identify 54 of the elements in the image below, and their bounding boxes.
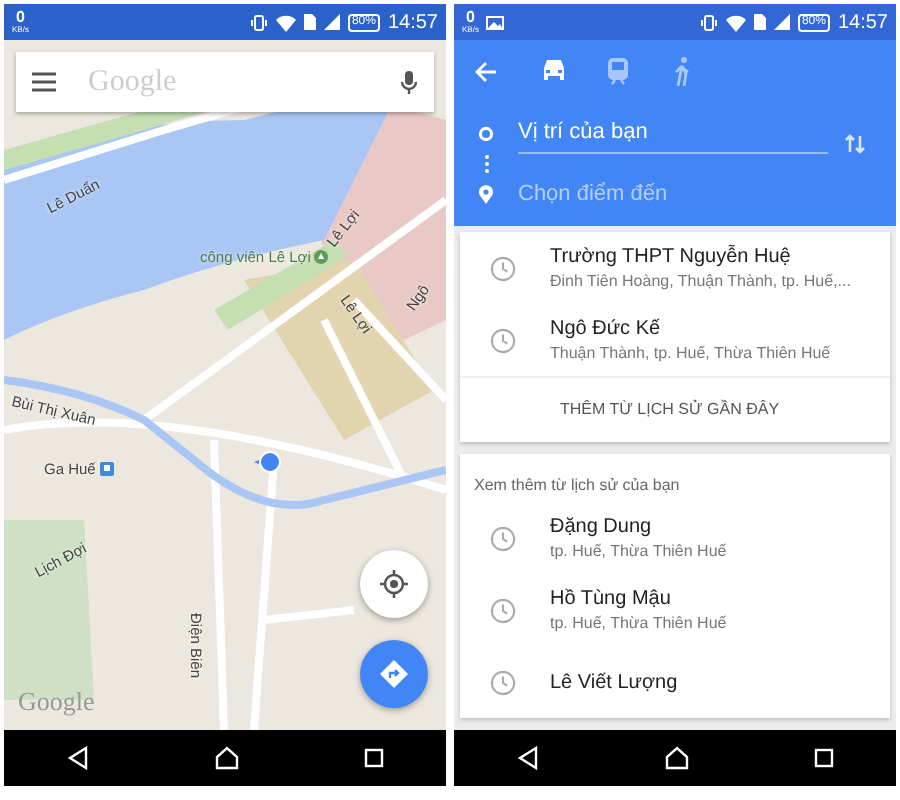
wifi-icon: [725, 13, 746, 31]
signal-icon: [773, 14, 790, 30]
turn-arrow-icon: [380, 660, 408, 688]
clock-icon: [490, 255, 516, 281]
history-item[interactable]: Đặng Dung tp. Huế, Thừa Thiên Huế: [460, 502, 890, 574]
origin-field[interactable]: Vị trí của bạn: [518, 112, 828, 154]
park-icon: [314, 250, 329, 264]
place-address: Thuận Thành, tp. Huế, Thừa Thiên Huế: [550, 344, 831, 362]
home-icon: [214, 746, 240, 770]
route-dots-icon: [483, 154, 489, 174]
clock-time: 14:57: [837, 11, 888, 33]
menu-icon[interactable]: [32, 72, 56, 92]
home-icon: [664, 746, 690, 770]
history-item[interactable]: Lê Viết Lượng: [460, 646, 890, 718]
back-arrow-icon: [474, 60, 498, 84]
destination-field[interactable]: Chọn điểm đến: [518, 174, 828, 214]
clock-time: 14:57: [387, 11, 438, 33]
sim-icon: [753, 14, 766, 30]
network-speed: 0: [466, 10, 475, 26]
origin-circle-icon: [478, 125, 494, 141]
place-address: tp. Huế, Thừa Thiên Huế: [550, 614, 727, 632]
destination-pin-icon: [478, 184, 494, 204]
place-name: Ngô Đức Kế: [550, 318, 663, 340]
sim-icon: [303, 14, 316, 30]
clock-icon: [490, 597, 516, 623]
vibrate-icon: [699, 13, 718, 31]
place-name: Hồ Tùng Mậu: [550, 588, 673, 610]
map-logo: Google: [18, 686, 95, 718]
more-history-link[interactable]: THÊM TỪ LỊCH SỬ GẦN ĐÂY: [460, 376, 890, 442]
vibrate-icon: [249, 13, 268, 31]
clock-icon: [490, 327, 516, 353]
back-triangle-icon: [66, 746, 90, 770]
history-item[interactable]: Hồ Tùng Mậu tp. Huế, Thừa Thiên Huế: [460, 574, 890, 646]
history-item[interactable]: Trường THPT Nguyễn Huệ Đinh Tiên Hoàng, Thuận Thành, tp. Huế,...: [460, 232, 890, 304]
transit-icon: [602, 56, 634, 88]
signal-icon: [323, 14, 340, 30]
place-address: Đinh Tiên Hoàng, Thuận Thành, tp. Huế,...: [550, 272, 851, 290]
square-icon: [814, 748, 834, 768]
clock-icon: [490, 525, 516, 551]
clock-icon: [490, 669, 516, 695]
square-icon: [364, 748, 384, 768]
place-name: Trường THPT Nguyễn Huệ: [550, 246, 793, 268]
place-name: Đặng Dung: [550, 516, 654, 538]
place-address: tp. Huế, Thừa Thiên Huế: [550, 542, 727, 560]
crosshair-icon: [380, 570, 408, 598]
history-heading: Xem thêm từ lịch sử của bạn: [472, 474, 682, 498]
microphone-icon[interactable]: [400, 69, 418, 95]
swap-arrows-icon[interactable]: [844, 131, 866, 155]
location-dot-icon: [254, 450, 282, 474]
wifi-icon: [275, 13, 296, 31]
history-item[interactable]: Ngô Đức Kế Thuận Thành, tp. Huế, Thừa Thiên Huế: [460, 304, 890, 376]
place-name: Lê Viết Lượng: [550, 671, 678, 693]
back-triangle-icon: [516, 746, 540, 770]
network-speed: 0: [16, 10, 25, 26]
